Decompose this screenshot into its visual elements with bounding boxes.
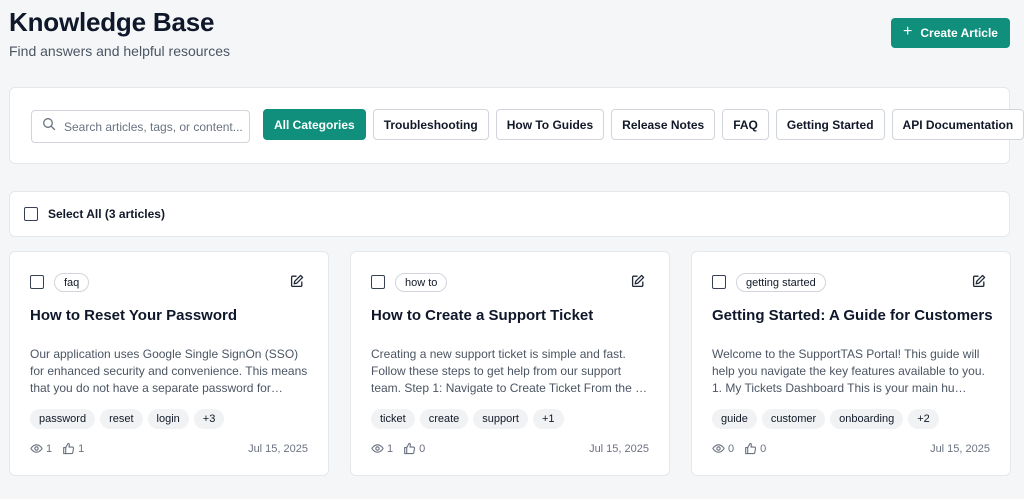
category-chip-all[interactable]: All Categories (263, 109, 366, 140)
likes-stat: 1 (62, 442, 84, 455)
page-title: Knowledge Base (9, 7, 215, 37)
page-header: Knowledge Base Find answers and helpful … (9, 6, 230, 59)
article-card[interactable]: how to How to Create a Support Ticket Cr… (350, 251, 670, 476)
tag: create (419, 409, 469, 429)
tag: customer (761, 409, 826, 429)
page-subtitle: Find answers and helpful resources (9, 43, 231, 59)
tag-list: ticket create support +1 (371, 409, 564, 429)
category-filter-list: All Categories Troubleshooting How To Gu… (263, 109, 1024, 140)
article-excerpt: Welcome to the SupportTAS Portal! This g… (712, 347, 985, 395)
more-tags-badge: +2 (908, 409, 939, 429)
tag: onboarding (830, 409, 904, 429)
likes-stat: 0 (744, 442, 766, 455)
likes-count: 0 (760, 442, 767, 455)
article-excerpt: Creating a new support ticket is simple … (371, 347, 648, 395)
tag: password (30, 409, 96, 429)
article-date: Jul 15, 2025 (248, 442, 308, 455)
article-footer: 0 0 Jul 15, 2025 (712, 442, 990, 455)
filter-panel: All Categories Troubleshooting How To Gu… (9, 87, 1024, 164)
search-box[interactable] (31, 110, 250, 143)
category-chip-troubleshooting[interactable]: Troubleshooting (372, 109, 489, 140)
more-tags-badge: +3 (193, 409, 225, 429)
views-stat: 1 (30, 442, 52, 455)
views-count: 1 (387, 442, 394, 455)
views-count: 0 (728, 442, 735, 455)
tag: login (147, 409, 189, 429)
article-date: Jul 15, 2025 (589, 442, 649, 455)
thumbs-up-icon (62, 442, 75, 455)
tag: ticket (371, 409, 415, 429)
category-chip-faq[interactable]: FAQ (722, 109, 769, 140)
category-chip-how-to-guides[interactable]: How To Guides (495, 109, 605, 140)
select-all-bar: Select All (3 articles) (9, 191, 1010, 237)
category-badge: how to (395, 273, 448, 292)
category-chip-release-notes[interactable]: Release Notes (611, 109, 716, 140)
views-count: 1 (46, 442, 53, 455)
edit-icon[interactable] (290, 274, 306, 290)
thumbs-up-icon (403, 442, 416, 455)
select-all-checkbox[interactable] (24, 207, 38, 221)
article-date: Jul 15, 2025 (930, 442, 990, 455)
eye-icon (30, 442, 43, 455)
article-footer: 1 0 Jul 15, 2025 (371, 442, 649, 455)
edit-icon[interactable] (972, 274, 988, 290)
tag: support (473, 409, 528, 429)
eye-icon (712, 442, 725, 455)
article-grid: faq How to Reset Your Password Our appli… (9, 251, 1011, 476)
edit-icon[interactable] (631, 274, 647, 290)
article-checkbox[interactable] (371, 275, 385, 289)
article-title[interactable]: Getting Started: A Guide for Customers (712, 307, 993, 324)
select-all-label[interactable]: Select All (3 articles) (48, 207, 165, 221)
eye-icon (371, 442, 384, 455)
article-card[interactable]: getting started Getting Started: A Guide… (691, 251, 1011, 476)
article-title[interactable]: How to Create a Support Ticket (371, 307, 593, 324)
article-checkbox[interactable] (712, 275, 726, 289)
tag-list: guide customer onboarding +2 (712, 409, 939, 429)
views-stat: 0 (712, 442, 734, 455)
article-footer: 1 1 Jul 15, 2025 (30, 442, 308, 455)
tag: reset (100, 409, 143, 429)
tag-list: password reset login +3 (30, 409, 225, 429)
category-chip-getting-started[interactable]: Getting Started (775, 109, 885, 140)
search-input[interactable] (64, 119, 244, 134)
create-article-label: Create Article (920, 26, 998, 40)
category-badge: faq (54, 273, 90, 292)
category-badge: getting started (736, 273, 826, 292)
plus-icon: + (903, 23, 913, 40)
article-excerpt: Our application uses Google Single SignO… (30, 347, 308, 395)
article-checkbox[interactable] (30, 275, 44, 289)
likes-count: 0 (419, 442, 426, 455)
category-chip-api-documentation[interactable]: API Documentation (891, 109, 1024, 140)
likes-stat: 0 (403, 442, 425, 455)
create-article-button[interactable]: + Create Article (891, 18, 1010, 48)
views-stat: 1 (371, 442, 393, 455)
tag: guide (712, 409, 757, 429)
likes-count: 1 (78, 442, 85, 455)
article-card[interactable]: faq How to Reset Your Password Our appli… (9, 251, 329, 476)
article-title[interactable]: How to Reset Your Password (30, 307, 237, 324)
search-icon (42, 117, 56, 136)
more-tags-badge: +1 (532, 409, 564, 429)
thumbs-up-icon (744, 442, 757, 455)
